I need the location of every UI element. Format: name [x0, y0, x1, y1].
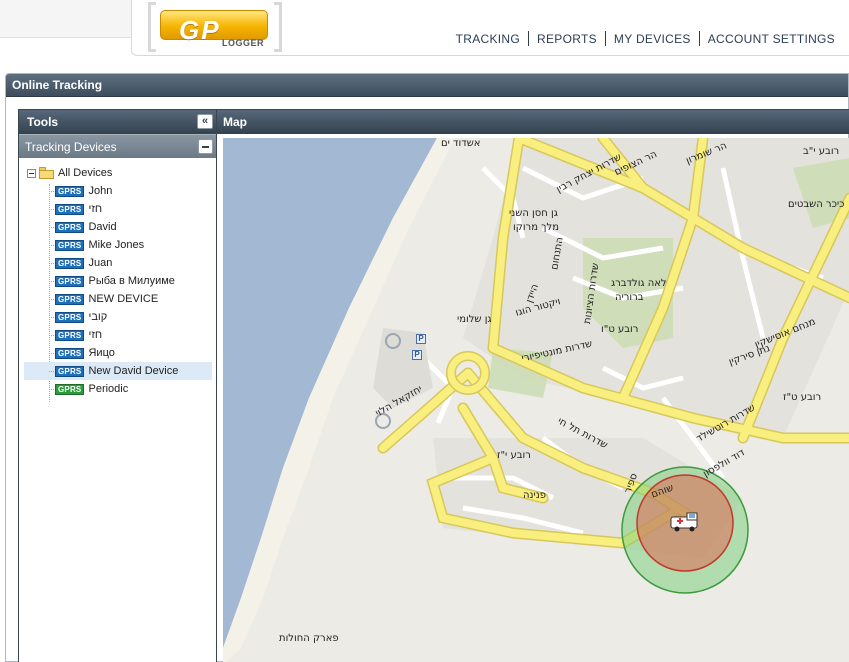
gprs-badge: GPRS — [55, 221, 85, 233]
minimize-section-button[interactable] — [198, 139, 213, 154]
map-label: רובע ט"ו — [601, 324, 639, 335]
device-item[interactable]: GPRS קובי — [19, 308, 216, 326]
map-canvas[interactable]: P P אשדוד ים גן שלומי גן חסן השני מלך מר… — [223, 138, 849, 662]
device-name: קובי — [88, 311, 108, 323]
nav-my-devices[interactable]: MY DEVICES — [606, 32, 699, 46]
gprs-badge: GPRS — [55, 203, 85, 215]
online-tracking-window: Online Tracking Tools « Tracking Devices — [5, 73, 849, 662]
map-panel-header: Map — [217, 110, 849, 134]
device-item[interactable]: GPRS Mike Jones — [19, 236, 216, 254]
tracking-devices-header[interactable]: Tracking Devices — [19, 134, 216, 158]
tree-root-all-devices[interactable]: All Devices — [19, 164, 216, 182]
device-name: David — [88, 221, 117, 233]
collapse-panel-button[interactable]: « — [197, 114, 213, 129]
map-label: פארק החולות — [279, 633, 339, 644]
map-label: ברוריה — [615, 292, 644, 303]
logo-gp-badge: GP — [160, 10, 268, 45]
gprs-badge: GPRS — [55, 329, 85, 341]
device-item[interactable]: GPRS חזי — [19, 326, 216, 344]
device-item[interactable]: GPRS NEW DEVICE — [19, 290, 216, 308]
device-item[interactable]: GPRS Periodic — [19, 380, 216, 398]
gprs-badge: GPRS — [55, 347, 85, 359]
collapse-tree-icon[interactable] — [27, 168, 36, 178]
map-title: Map — [223, 115, 247, 129]
gp-logger-logo[interactable]: GP LOGGER — [148, 2, 282, 52]
device-name: Яицо — [88, 347, 115, 359]
gprs-badge-green: GPRS — [55, 383, 85, 395]
app-root: GP LOGGER TRACKING REPORTS MY DEVICES AC… — [0, 0, 849, 662]
gprs-badge: GPRS — [55, 293, 85, 305]
top-navigation: TRACKING REPORTS MY DEVICES ACCOUNT SETT… — [448, 31, 843, 46]
logo-gp-text: GP — [179, 15, 221, 45]
device-item[interactable]: GPRS Juan — [19, 254, 216, 272]
map-label: גן שלומי — [457, 314, 492, 325]
tools-panel: Tools « Tracking Devices All Devices GPR… — [18, 109, 217, 662]
device-item[interactable]: GPRS חזי — [19, 200, 216, 218]
gprs-badge: GPRS — [55, 239, 85, 251]
parking-icon[interactable]: P — [412, 350, 422, 360]
device-name: John — [88, 185, 113, 197]
map-panel: Map P P אשדוד ים גן שלומי גן חסן השני מל… — [217, 109, 849, 662]
device-name: חזי — [88, 203, 103, 215]
tools-title: Tools — [27, 115, 59, 129]
device-item[interactable]: GPRS John — [19, 182, 216, 200]
window-title: Online Tracking — [6, 74, 848, 97]
map-label: לאה גולדברג — [611, 278, 667, 289]
map-label: גן חסן השני — [509, 208, 558, 219]
nav-tracking[interactable]: TRACKING — [448, 32, 528, 46]
device-item[interactable]: GPRS David — [19, 218, 216, 236]
map-label: רובע ט"ז — [783, 392, 822, 403]
device-name: Juan — [88, 257, 113, 269]
gprs-badge: GPRS — [55, 275, 85, 287]
gprs-badge: GPRS — [55, 365, 85, 377]
vehicle-icon[interactable] — [669, 511, 703, 533]
device-name: Рыба в Милуиме — [88, 275, 175, 287]
map-label: פנינה — [523, 490, 547, 501]
logo-bracket-left — [148, 2, 156, 52]
map-label: כיכר השבטים — [788, 199, 845, 210]
nav-account-settings[interactable]: ACCOUNT SETTINGS — [700, 32, 843, 46]
map-label: רובע י"ב — [803, 146, 840, 157]
parking-icon[interactable]: P — [416, 334, 426, 344]
double-chevron-left-icon: « — [201, 115, 209, 127]
map-label: אשדוד ים — [441, 138, 481, 149]
logo-logger-text: LOGGER — [222, 38, 265, 48]
gprs-badge: GPRS — [55, 311, 85, 323]
folder-icon — [39, 167, 55, 179]
gprs-badge: GPRS — [55, 185, 85, 197]
device-name: חזי — [88, 329, 103, 341]
tools-panel-header: Tools « — [19, 110, 216, 134]
map-label: רובע י"ז — [497, 450, 531, 461]
nav-reports[interactable]: REPORTS — [529, 32, 605, 46]
device-item[interactable]: GPRS Яицо — [19, 344, 216, 362]
tree-root-label: All Devices — [58, 167, 113, 179]
device-name: Periodic — [88, 383, 129, 395]
device-item[interactable]: GPRS Рыба в Милуиме — [19, 272, 216, 290]
device-name: NEW DEVICE — [88, 293, 159, 305]
map-label: מלך מרוקו — [513, 222, 560, 233]
logo-bracket-right — [274, 2, 282, 52]
tracking-devices-title: Tracking Devices — [25, 140, 117, 154]
device-name: New David Device — [88, 365, 179, 377]
device-tree: All Devices GPRS John GPRS חזי GPRS David G… — [19, 158, 216, 402]
device-item-selected[interactable]: GPRS New David Device — [24, 362, 212, 380]
device-name: Mike Jones — [88, 239, 145, 251]
gprs-badge: GPRS — [55, 257, 85, 269]
